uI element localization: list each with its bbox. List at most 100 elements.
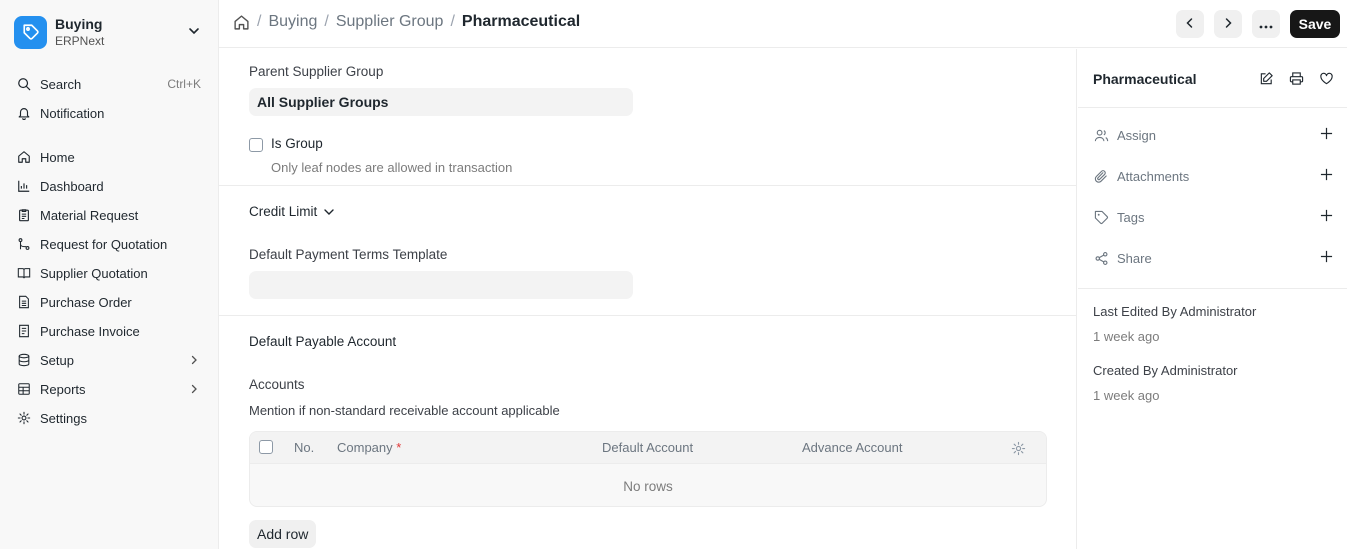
- file-text-icon: [16, 294, 32, 310]
- chevron-down-icon: [188, 25, 200, 40]
- plus-icon[interactable]: [1320, 168, 1333, 184]
- chevron-left-icon: [1184, 17, 1196, 32]
- notification-label: Notification: [40, 105, 105, 121]
- created-by: Created By Administrator: [1093, 363, 1238, 378]
- sidebar-item-label: Reports: [40, 381, 86, 397]
- sidebar-item-setup[interactable]: Setup: [8, 347, 211, 373]
- sidebar-item-settings[interactable]: Settings: [8, 405, 211, 431]
- table-header: No. Company * Default Account Advance Ac…: [250, 432, 1046, 464]
- panel-divider: [1078, 107, 1347, 108]
- save-button[interactable]: Save: [1290, 10, 1340, 38]
- tags-action[interactable]: Tags: [1093, 207, 1333, 227]
- sidebar-item-label: Dashboard: [40, 178, 104, 194]
- heart-icon[interactable]: [1317, 69, 1335, 87]
- search-icon: [16, 76, 32, 92]
- bar-chart-icon: [16, 178, 32, 194]
- plus-icon[interactable]: [1320, 209, 1333, 225]
- share-action[interactable]: Share: [1093, 248, 1333, 268]
- receipt-icon: [16, 323, 32, 339]
- next-button[interactable]: [1214, 10, 1242, 38]
- prev-button[interactable]: [1176, 10, 1204, 38]
- sidebar-item-purchase-invoice[interactable]: Purchase Invoice: [8, 318, 211, 344]
- sidebar-item-supplier-quotation[interactable]: Supplier Quotation: [8, 260, 211, 286]
- app-switcher[interactable]: Buying ERPNext: [14, 14, 204, 50]
- sidebar-item-dashboard[interactable]: Dashboard: [8, 173, 211, 199]
- is-group-help: Only leaf nodes are allowed in transacti…: [271, 160, 513, 175]
- share-label: Share: [1117, 250, 1152, 266]
- tags-label: Tags: [1117, 209, 1145, 225]
- section-divider: [219, 185, 1077, 186]
- sidebar-item-label: Material Request: [40, 207, 139, 223]
- is-group-checkbox[interactable]: [249, 138, 263, 152]
- tag-icon: [1093, 209, 1109, 225]
- payment-terms-field[interactable]: [249, 271, 633, 299]
- form-area: Parent Supplier Group All Supplier Group…: [219, 49, 1077, 549]
- search-label: Search: [40, 76, 82, 92]
- column-header: Advance Account: [802, 440, 903, 455]
- created-time: 1 week ago: [1093, 388, 1160, 403]
- assign-action[interactable]: Assign: [1093, 125, 1333, 145]
- gear-icon[interactable]: [1011, 441, 1026, 456]
- column-header: No.: [294, 440, 315, 455]
- chevron-right-icon: [1222, 17, 1234, 32]
- plus-icon[interactable]: [1320, 250, 1333, 266]
- more-button[interactable]: [1252, 10, 1280, 38]
- users-icon: [1093, 127, 1109, 143]
- column-header-company: Company *: [337, 440, 401, 455]
- sidebar-search[interactable]: Search Ctrl+K: [8, 71, 211, 97]
- home-icon[interactable]: [233, 14, 250, 31]
- credit-limit-label: Credit Limit: [249, 204, 318, 219]
- app-name: Buying: [55, 15, 103, 32]
- home-icon: [16, 149, 32, 165]
- accounts-help: Mention if non-standard receivable accou…: [249, 403, 560, 418]
- section-divider: [219, 315, 1077, 316]
- is-group-label: Is Group: [271, 136, 323, 151]
- chevron-right-icon: [189, 353, 199, 368]
- attachments-label: Attachments: [1117, 168, 1190, 184]
- branch-icon: [16, 236, 32, 252]
- sidebar-item-home[interactable]: Home: [8, 144, 211, 170]
- sidebar-item-purchase-order[interactable]: Purchase Order: [8, 289, 211, 315]
- last-edited-by: Last Edited By Administrator: [1093, 304, 1257, 319]
- sidebar-item-request-for-quotation[interactable]: Request for Quotation: [8, 231, 211, 257]
- tag-icon: [14, 15, 47, 49]
- select-all-checkbox[interactable]: [259, 440, 273, 454]
- plus-icon[interactable]: [1320, 127, 1333, 143]
- page-title: Pharmaceutical: [461, 13, 581, 30]
- accounts-label: Accounts: [249, 377, 305, 392]
- payable-account-section-title: Default Payable Account: [249, 334, 397, 349]
- attachments-action[interactable]: Attachments: [1093, 166, 1333, 186]
- breadcrumb: / Buying / Supplier Group / Pharmaceutic…: [233, 13, 580, 31]
- breadcrumb-link[interactable]: Buying: [268, 13, 317, 31]
- sidebar-item-label: Home: [40, 149, 75, 165]
- share-icon: [1093, 250, 1109, 266]
- sidebar-item-reports[interactable]: Reports: [8, 376, 211, 402]
- chevron-right-icon: [189, 382, 199, 397]
- add-row-button[interactable]: Add row: [249, 520, 317, 548]
- parent-supplier-group-label: Parent Supplier Group: [249, 64, 384, 79]
- clipboard-icon: [16, 207, 32, 223]
- doc-title: Pharmaceutical: [1093, 71, 1197, 87]
- sidebar-item-material-request[interactable]: Material Request: [8, 202, 211, 228]
- column-header: Default Account: [602, 440, 694, 455]
- breadcrumb-link[interactable]: Supplier Group: [336, 13, 444, 31]
- side-panel: Pharmaceutical Assign Attachments Tags S…: [1078, 49, 1347, 549]
- sidebar-item-label: Setup: [40, 352, 74, 368]
- last-edited-time: 1 week ago: [1093, 329, 1160, 344]
- parent-supplier-group-field[interactable]: All Supplier Groups: [249, 88, 633, 116]
- database-icon: [16, 352, 32, 368]
- credit-limit-toggle[interactable]: Credit Limit: [249, 204, 335, 219]
- sidebar-notification[interactable]: Notification: [8, 100, 211, 126]
- print-icon[interactable]: [1287, 69, 1305, 87]
- edit-icon[interactable]: [1257, 69, 1275, 87]
- sidebar-item-label: Supplier Quotation: [40, 265, 148, 281]
- sidebar-item-label: Purchase Order: [40, 294, 132, 310]
- accounts-table: No. Company * Default Account Advance Ac…: [249, 431, 1047, 507]
- chevron-down-icon: [323, 206, 335, 218]
- sidebar: Buying ERPNext Search Ctrl+K Notificatio…: [0, 0, 219, 549]
- bell-icon: [16, 105, 32, 121]
- panel-divider: [1078, 288, 1347, 289]
- book-open-icon: [16, 265, 32, 281]
- page-header: / Buying / Supplier Group / Pharmaceutic…: [219, 0, 1347, 48]
- assign-label: Assign: [1117, 127, 1157, 143]
